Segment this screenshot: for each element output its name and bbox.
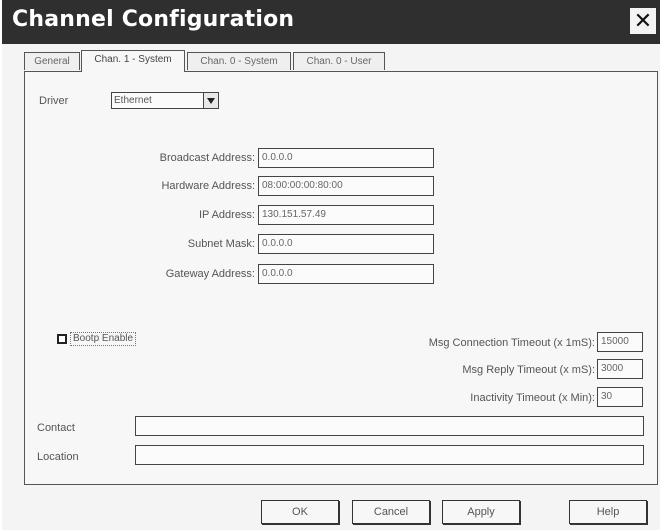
close-button[interactable]: ✕ bbox=[630, 8, 656, 34]
driver-label: Driver bbox=[39, 95, 69, 107]
bootp-enable-checkbox[interactable] bbox=[57, 334, 67, 344]
tab-panel: Driver Ethernet Broadcast Address: 0.0.0… bbox=[24, 71, 658, 485]
apply-button[interactable]: Apply bbox=[442, 500, 520, 524]
title-bar: Channel Configuration ✕ bbox=[2, 0, 660, 44]
location-label: Location bbox=[37, 451, 79, 463]
msg-reply-timeout-label: Msg Reply Timeout (x mS): bbox=[462, 364, 595, 376]
bootp-enable-label[interactable]: Bootp Enable bbox=[70, 332, 137, 346]
tab-general[interactable]: General bbox=[24, 52, 80, 70]
cancel-button[interactable]: Cancel bbox=[352, 500, 430, 524]
driver-select[interactable]: Ethernet bbox=[111, 92, 219, 109]
ok-button[interactable]: OK bbox=[261, 500, 339, 524]
msg-reply-timeout-field[interactable]: 3000 bbox=[597, 359, 643, 379]
dialog-title: Channel Configuration bbox=[12, 7, 295, 32]
driver-value: Ethernet bbox=[114, 95, 152, 106]
chevron-down-icon[interactable] bbox=[203, 93, 218, 108]
tab-chan0-user[interactable]: Chan. 0 - User bbox=[293, 52, 385, 70]
tab-chan0-system[interactable]: Chan. 0 - System bbox=[187, 52, 291, 70]
msg-connection-timeout-field[interactable]: 15000 bbox=[597, 332, 643, 352]
inactivity-timeout-label: Inactivity Timeout (x Min): bbox=[470, 392, 595, 404]
gateway-address-field[interactable]: 0.0.0.0 bbox=[258, 264, 434, 284]
location-field[interactable] bbox=[135, 445, 644, 465]
subnet-mask-field[interactable]: 0.0.0.0 bbox=[258, 234, 434, 254]
tab-chan1-system[interactable]: Chan. 1 - System bbox=[81, 50, 185, 72]
ip-address-field[interactable]: 130.151.57.49 bbox=[258, 205, 434, 225]
close-icon: ✕ bbox=[633, 8, 653, 34]
hardware-address-label: Hardware Address: bbox=[161, 180, 255, 192]
msg-connection-timeout-label: Msg Connection Timeout (x 1mS): bbox=[428, 337, 595, 349]
inactivity-timeout-field[interactable]: 30 bbox=[597, 387, 643, 407]
contact-label: Contact bbox=[37, 422, 75, 434]
help-button[interactable]: Help bbox=[569, 500, 647, 524]
channel-configuration-dialog: Channel Configuration ✕ General Chan. 1 … bbox=[2, 0, 660, 530]
hardware-address-field[interactable]: 08:00:00:00:80:00 bbox=[258, 176, 434, 196]
broadcast-address-field[interactable]: 0.0.0.0 bbox=[258, 148, 434, 168]
gateway-address-label: Gateway Address: bbox=[165, 268, 255, 280]
contact-field[interactable] bbox=[135, 416, 644, 436]
subnet-mask-label: Subnet Mask: bbox=[187, 238, 255, 250]
broadcast-address-label: Broadcast Address: bbox=[159, 152, 255, 164]
ip-address-label: IP Address: bbox=[198, 209, 255, 221]
